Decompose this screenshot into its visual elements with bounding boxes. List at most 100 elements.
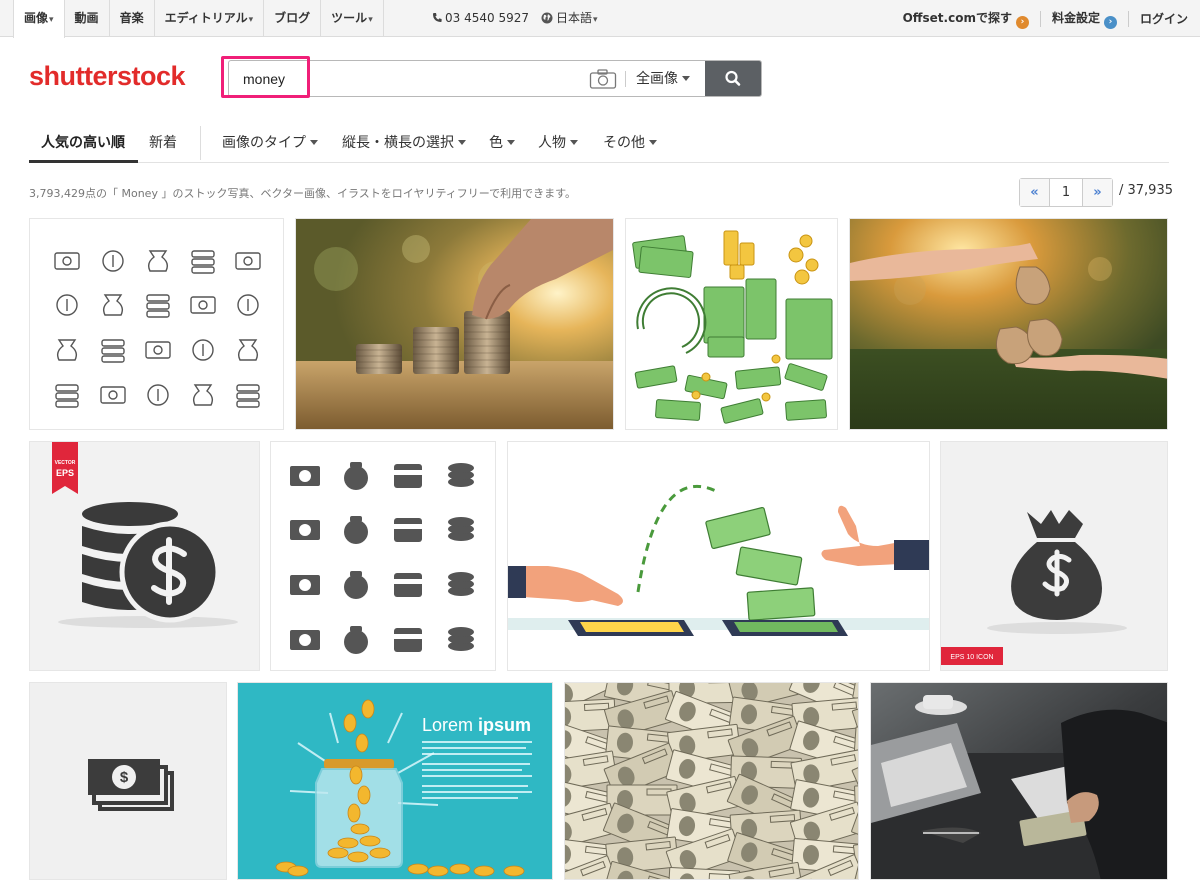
caret-down-icon bbox=[458, 140, 466, 145]
divider bbox=[200, 126, 201, 160]
nav-video[interactable]: 動画 bbox=[65, 0, 110, 37]
filter-bar: 人気の高い順 新着 画像のタイプ 縦長・横長の選択 色 人物 その他 bbox=[29, 122, 1169, 163]
result-image[interactable] bbox=[29, 218, 284, 430]
sort-popular[interactable]: 人気の高い順 bbox=[41, 132, 125, 152]
filter-color[interactable]: 色 bbox=[489, 132, 515, 152]
result-image[interactable] bbox=[870, 682, 1168, 880]
language-selector[interactable]: 日本語▾ bbox=[541, 0, 598, 38]
caret-down-icon bbox=[507, 140, 515, 145]
arrow-right-icon: › bbox=[1015, 15, 1029, 29]
page-total: / 37,935 bbox=[1119, 183, 1173, 198]
image-type-dropdown[interactable]: 全画像 bbox=[636, 68, 690, 88]
eps-icon-badge-label: EPS 10 ICON bbox=[950, 654, 993, 661]
result-image[interactable] bbox=[295, 218, 614, 430]
phone-icon bbox=[433, 13, 442, 22]
nav-images[interactable]: 画像▾ bbox=[13, 0, 65, 38]
caret-down-icon bbox=[570, 140, 578, 145]
eps-badge-label: EPS bbox=[56, 468, 74, 478]
nav-tools[interactable]: ツール▾ bbox=[321, 0, 384, 37]
caret-down-icon bbox=[310, 140, 318, 145]
chevron-down-icon: ▾ bbox=[368, 15, 373, 25]
result-image[interactable]: $ bbox=[29, 682, 227, 880]
vector-badge-label: VECTOR bbox=[55, 460, 76, 466]
caret-down-icon bbox=[682, 76, 690, 81]
svg-text:Lorem ipsum: Lorem ipsum bbox=[422, 715, 531, 735]
filter-image-type-label: 画像のタイプ bbox=[222, 135, 306, 151]
filter-people-label: 人物 bbox=[538, 135, 566, 151]
prev-page-button[interactable]: « bbox=[1020, 179, 1049, 206]
sort-new[interactable]: 新着 bbox=[149, 132, 177, 152]
caret-down-icon bbox=[649, 140, 657, 145]
result-image[interactable] bbox=[625, 218, 838, 430]
nav-images-label: 画像 bbox=[24, 11, 49, 25]
result-image[interactable]: Lorem ipsum bbox=[237, 682, 553, 880]
nav-music[interactable]: 音楽 bbox=[110, 0, 155, 37]
filter-more[interactable]: その他 bbox=[603, 132, 657, 152]
dollar-bills-pile-photo bbox=[565, 683, 858, 879]
result-image[interactable]: EPS 10 ICON bbox=[940, 441, 1168, 671]
chevron-down-icon: ▾ bbox=[593, 15, 598, 25]
language-label: 日本語 bbox=[556, 11, 593, 25]
pagination: « 1 » bbox=[1019, 178, 1113, 207]
results-summary: 3,793,429点の「 Money 」のストック写真、ベクター画像、イラストを… bbox=[29, 187, 577, 200]
pricing-link[interactable]: 料金設定 › bbox=[1052, 9, 1117, 29]
offset-link[interactable]: Offset.comで探す › bbox=[903, 9, 1029, 29]
nav-blog-label: ブログ bbox=[274, 11, 311, 25]
coin-jar-lorem-ipsum-image: Lorem ipsum bbox=[275, 699, 532, 877]
nav-video-label: 動画 bbox=[74, 11, 99, 25]
shutterstock-logo[interactable]: shutterstock bbox=[29, 61, 186, 92]
phone-link[interactable]: 03 4540 5927 bbox=[432, 0, 529, 36]
svg-text:$: $ bbox=[120, 769, 129, 786]
search-input[interactable] bbox=[229, 61, 569, 96]
filter-orientation-label: 縦長・横長の選択 bbox=[342, 135, 454, 151]
camera-icon[interactable] bbox=[589, 69, 617, 89]
pricing-link-label: 料金設定 bbox=[1051, 10, 1100, 25]
nav-editorial-label: エディトリアル bbox=[164, 11, 248, 25]
top-right-links: Offset.comで探す › 料金設定 › ログイン bbox=[903, 0, 1188, 37]
result-image[interactable] bbox=[507, 441, 930, 671]
filter-people[interactable]: 人物 bbox=[538, 132, 578, 152]
chevron-down-icon: ▾ bbox=[49, 15, 54, 25]
nav-editorial[interactable]: エディトリアル▾ bbox=[155, 0, 265, 37]
divider bbox=[1127, 10, 1129, 27]
nav-tools-label: ツール bbox=[331, 11, 368, 25]
image-type-label: 全画像 bbox=[636, 71, 678, 87]
nav-music-label: 音楽 bbox=[119, 11, 144, 25]
top-bar: 画像▾ 動画 音楽 エディトリアル▾ ブログ ツール▾ 03 4540 5927… bbox=[0, 0, 1200, 38]
cartoon-cash-and-coins-image bbox=[632, 230, 833, 424]
money-bag-icon-image: EPS 10 ICON bbox=[941, 510, 1127, 665]
result-image[interactable] bbox=[849, 218, 1168, 430]
hands-money-bags-photo bbox=[850, 219, 1167, 429]
chevron-down-icon: ▾ bbox=[248, 15, 254, 25]
phone-payment-illustration bbox=[508, 484, 929, 636]
result-image[interactable] bbox=[564, 682, 859, 880]
offset-link-label: Offset.comで探す bbox=[902, 10, 1012, 25]
nav-blog[interactable]: ブログ bbox=[264, 0, 322, 37]
businessman-counting-cash-photo bbox=[871, 683, 1167, 879]
money-line-icons-image bbox=[54, 250, 261, 408]
search-icon bbox=[725, 70, 741, 86]
page-number-input[interactable]: 1 bbox=[1049, 179, 1083, 206]
arrow-right-icon: › bbox=[1103, 15, 1117, 29]
active-tab-indicator bbox=[29, 160, 138, 163]
coin-stacks-photo bbox=[296, 219, 613, 429]
login-link[interactable]: ログイン bbox=[1140, 10, 1188, 27]
ipsum-text: ipsum bbox=[478, 715, 531, 735]
divider bbox=[1039, 10, 1041, 27]
next-page-button[interactable]: » bbox=[1083, 179, 1112, 206]
result-image[interactable] bbox=[270, 441, 496, 671]
search-button[interactable] bbox=[705, 61, 761, 96]
globe-icon bbox=[541, 12, 553, 24]
banknotes-icon-image: $ bbox=[88, 759, 174, 811]
filter-image-type[interactable]: 画像のタイプ bbox=[222, 132, 318, 152]
filter-more-label: その他 bbox=[603, 135, 645, 151]
filter-color-label: 色 bbox=[489, 135, 503, 151]
money-solid-icons-image bbox=[290, 462, 474, 654]
phone-number: 03 4540 5927 bbox=[445, 11, 529, 25]
filter-orientation[interactable]: 縦長・横長の選択 bbox=[342, 132, 466, 152]
divider bbox=[625, 71, 626, 87]
result-image[interactable]: VECTOR EPS bbox=[29, 441, 260, 671]
coin-stack-dollar-icon-image: VECTOR EPS bbox=[52, 442, 238, 628]
top-nav: 画像▾ 動画 音楽 エディトリアル▾ ブログ ツール▾ bbox=[13, 0, 384, 38]
lorem-text: Lorem bbox=[422, 715, 478, 735]
